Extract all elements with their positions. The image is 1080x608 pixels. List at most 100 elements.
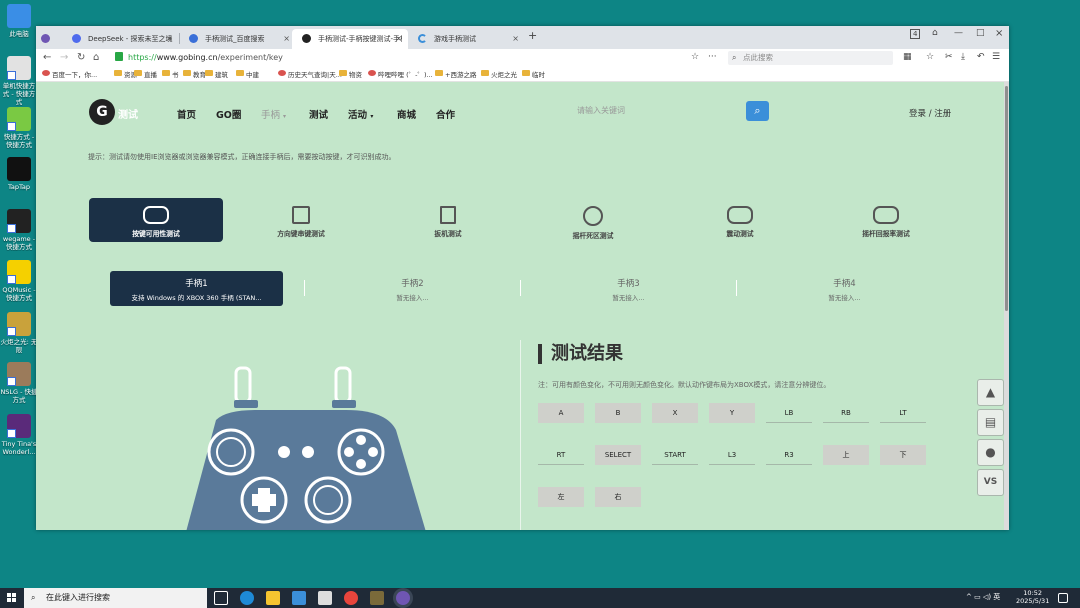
wechat-icon[interactable]: ● bbox=[977, 439, 1004, 466]
gamepad-slot-4[interactable]: 手柄4 暂无接入... bbox=[758, 271, 931, 306]
close-tab-icon[interactable]: × bbox=[283, 34, 290, 43]
clipboard-icon[interactable]: ▤ bbox=[977, 409, 1004, 436]
download-icon[interactable]: ⤓ bbox=[961, 52, 965, 62]
tab-deepseek[interactable]: DeepSeek - 探索未至之境 × bbox=[62, 29, 179, 49]
key-L3: L3 bbox=[709, 445, 755, 465]
test-button-deadzone[interactable]: 摇杆死区测试 bbox=[526, 198, 660, 242]
bookmark-item[interactable]: 直播 bbox=[134, 69, 157, 79]
nav-shop[interactable]: 商城 bbox=[397, 107, 416, 121]
chevron-down-icon: ▾ bbox=[283, 113, 287, 120]
bookmark-item[interactable]: 中建 bbox=[236, 69, 259, 79]
undo-icon[interactable]: ↶ bbox=[977, 52, 985, 62]
bookmark-item[interactable]: +西游之路 bbox=[435, 69, 476, 79]
menu-icon[interactable]: ☰ bbox=[992, 52, 1000, 62]
desktop-icon[interactable]: 此电脑 bbox=[0, 4, 38, 38]
desktop-icon[interactable]: Tiny Tina's Wonderl... bbox=[0, 414, 38, 456]
test-button-polling-rate[interactable]: 摇杆回报率测试 bbox=[819, 198, 953, 242]
app-icon bbox=[7, 107, 31, 131]
gamepad-slot-2[interactable]: 手柄2 暂无接入... bbox=[326, 271, 499, 306]
login-register-link[interactable]: 登录 / 注册 bbox=[909, 107, 951, 119]
browser-logo-icon[interactable] bbox=[36, 29, 60, 49]
taskbar-search-input[interactable]: ⌕ 在此键入进行搜索 bbox=[24, 588, 207, 608]
bookmark-item[interactable]: 临时 bbox=[522, 69, 545, 79]
chrome-icon[interactable] bbox=[344, 591, 358, 605]
mail-icon[interactable] bbox=[318, 591, 332, 605]
file-explorer-icon[interactable] bbox=[266, 591, 280, 605]
gamepad-slot-3[interactable]: 手柄3 暂无接入... bbox=[542, 271, 715, 306]
tab-count-badge[interactable]: 4 bbox=[910, 29, 921, 39]
url-field[interactable]: https://www.gobing.cn/experiment/key bbox=[115, 51, 705, 65]
site-logo-icon[interactable]: G bbox=[89, 99, 115, 125]
desktop-icon[interactable]: QQMusic - 快捷方式 bbox=[0, 260, 38, 302]
vs-icon[interactable]: VS bbox=[977, 469, 1004, 496]
close-tab-icon[interactable]: × bbox=[166, 34, 173, 43]
tab-gamepad-test[interactable]: 游戏手柄测试 × bbox=[408, 29, 525, 49]
store-icon[interactable] bbox=[292, 591, 306, 605]
new-tab-button[interactable]: + bbox=[528, 29, 537, 42]
nav-test[interactable]: 测试 bbox=[309, 107, 328, 121]
favorites-icon[interactable]: ☆ bbox=[926, 52, 934, 62]
notification-icon[interactable] bbox=[1058, 593, 1068, 603]
clock[interactable]: 10:52 2025/5/31 bbox=[1016, 589, 1049, 605]
nav-gamepad[interactable]: 手柄 ▾ bbox=[261, 107, 286, 121]
scissors-icon[interactable]: ✂ bbox=[945, 52, 953, 62]
desktop-icon[interactable]: TapTap bbox=[0, 157, 38, 191]
maximize-icon[interactable]: □ bbox=[976, 28, 985, 38]
close-tab-icon[interactable]: × bbox=[395, 34, 402, 43]
bookmark-item[interactable]: 火炬之光 bbox=[481, 69, 517, 79]
tab-gobing[interactable]: 手柄测试-手柄按键测试-手柄 × bbox=[292, 29, 408, 49]
bookmark-item[interactable]: 书 bbox=[162, 69, 179, 79]
desktop-icon[interactable]: NSLG - 快捷方式 bbox=[0, 362, 38, 404]
game-icon[interactable] bbox=[370, 591, 384, 605]
desktop-icon[interactable]: 单机快捷方式 - 快捷方式 bbox=[0, 56, 38, 106]
edge-icon[interactable] bbox=[240, 591, 254, 605]
search-icon: ⌕ bbox=[732, 53, 737, 62]
trigger-icon bbox=[440, 206, 456, 224]
refresh-icon[interactable]: ↻ bbox=[77, 52, 85, 63]
desktop-icon[interactable]: wegame - 快捷方式 bbox=[0, 209, 38, 251]
test-button-trigger[interactable]: 扳机测试 bbox=[381, 198, 515, 242]
desktop-icon-label: TapTap bbox=[7, 183, 30, 191]
minimize-icon[interactable]: — bbox=[954, 28, 963, 38]
browser-taskbar-icon[interactable] bbox=[396, 591, 410, 605]
test-button-dpad[interactable]: 方向键串键测试 bbox=[234, 198, 368, 242]
nav-cooperation[interactable]: 合作 bbox=[436, 107, 455, 121]
test-button-vibration[interactable]: 震动测试 bbox=[673, 198, 807, 242]
shirt-icon[interactable]: ⌂ bbox=[932, 28, 938, 38]
gamepad-slot-1[interactable]: 手柄1 支持 Windows 的 XBOX 360 手柄 (STAN... bbox=[110, 271, 283, 306]
bookmark-item[interactable]: 教育 bbox=[183, 69, 206, 79]
nav-go-circle[interactable]: GO圈 bbox=[216, 107, 241, 121]
browser-search-input[interactable]: ⌕ 点此搜索 bbox=[728, 51, 893, 65]
site-search-button[interactable]: ⌕ bbox=[746, 101, 769, 121]
tab-baidu[interactable]: 手柄测试_百度搜索 × bbox=[179, 29, 296, 49]
desktop-icon[interactable]: 快捷方式 - 快捷方式 bbox=[0, 107, 38, 149]
bookmark-item[interactable]: 哔哩哔哩 (゜-゜)... bbox=[368, 69, 433, 79]
back-icon[interactable]: ← bbox=[43, 52, 51, 63]
task-view-icon[interactable] bbox=[214, 591, 228, 605]
nav-home[interactable]: 首页 bbox=[177, 107, 196, 121]
rocket-icon[interactable]: ▲ bbox=[977, 379, 1004, 406]
vibration-gamepad-icon bbox=[727, 206, 753, 224]
more-icon[interactable]: ··· bbox=[708, 52, 717, 62]
ime-indicator: 英 bbox=[993, 593, 1001, 601]
desktop-icon-label: QQMusic - 快捷方式 bbox=[2, 286, 36, 302]
bookmark-item[interactable]: 历史天气查询|天... bbox=[278, 69, 342, 79]
test-button-keys[interactable]: 按键可用性测试 bbox=[89, 198, 223, 242]
nav-activity[interactable]: 活动 ▾ bbox=[348, 107, 373, 121]
bookmark-item[interactable]: 物资 bbox=[339, 69, 362, 79]
bookmark-item[interactable]: 建筑 bbox=[205, 69, 228, 79]
apps-icon[interactable]: ▦ bbox=[903, 52, 912, 62]
close-window-icon[interactable]: × bbox=[995, 28, 1003, 39]
system-tray[interactable]: ^ ▭ ◁) 英 bbox=[966, 592, 1000, 602]
desktop-icon[interactable]: 火炬之光: 无限 bbox=[0, 312, 38, 354]
star-icon[interactable]: ☆ bbox=[691, 52, 699, 62]
key-R3: R3 bbox=[766, 445, 812, 465]
close-tab-icon[interactable]: × bbox=[512, 34, 519, 43]
forward-icon[interactable]: → bbox=[60, 52, 68, 63]
key-Y: Y bbox=[709, 403, 755, 423]
bookmark-item[interactable]: 百度一下，你... bbox=[42, 69, 97, 79]
site-search-input[interactable]: 请输入关键词 bbox=[577, 105, 625, 116]
windows-start-icon[interactable] bbox=[7, 593, 17, 603]
home-icon[interactable]: ⌂ bbox=[93, 52, 99, 63]
scrollbar[interactable] bbox=[1004, 82, 1009, 530]
